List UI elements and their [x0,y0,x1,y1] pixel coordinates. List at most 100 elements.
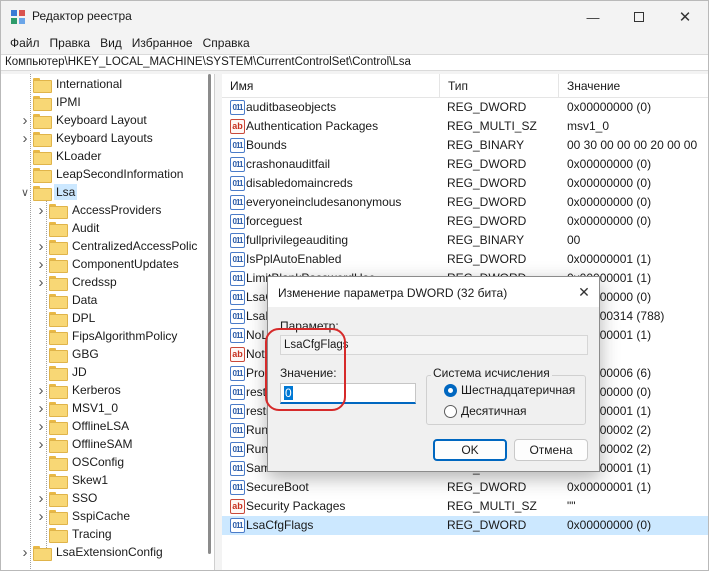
tree-item[interactable]: Audit [1,219,214,237]
close-button[interactable]: ✕ [662,1,708,33]
chevron-right-icon[interactable]: › [19,130,31,147]
tree-item[interactable]: › MSV1_0 [1,399,214,417]
tree-item[interactable]: ∨ Lsa [1,183,214,201]
tree-item[interactable]: › Credssp [1,273,214,291]
chevron-right-icon[interactable]: › [35,238,47,255]
list-row[interactable]: 011 crashonauditfail REG_DWORD 0x00000000 (… [222,155,708,174]
folder-icon [49,257,68,273]
tree-item[interactable]: › SSO [1,489,214,507]
list-header: Имя Тип Значение [222,74,708,98]
hex-radio[interactable] [444,383,457,397]
tree-item-label: Audit [72,221,100,235]
tree-scrollbar-thumb[interactable] [208,74,211,554]
chevron-right-icon[interactable]: › [35,256,47,273]
tree-item[interactable]: IPMI [1,93,214,111]
string-value-icon: ab [230,347,245,362]
chevron-right-icon[interactable]: › [35,382,47,399]
chevron-right-icon[interactable]: › [19,112,31,129]
tree-item[interactable]: OSConfig [1,453,214,471]
list-row[interactable]: 011 fullprivilegeauditing REG_BINARY 00 [222,231,708,250]
tree-item[interactable]: › Kerberos [1,381,214,399]
value-name: Bounds [246,138,287,152]
minimize-button[interactable]: — [570,1,616,33]
tree-item-label: Keyboard Layouts [56,131,153,145]
chevron-right-icon[interactable]: › [35,400,47,417]
list-row[interactable]: 011 Bounds REG_BINARY 00 30 00 00 00 20 00 … [222,136,708,155]
list-row[interactable]: 011 everyoneincludesanonymous REG_DWORD 0x0… [222,193,708,212]
folder-icon [49,455,68,471]
folder-icon [49,509,68,525]
tree-item[interactable]: FipsAlgorithmPolicy [1,327,214,345]
menu-help[interactable]: Справка [198,34,255,52]
tree-item[interactable]: › CentralizedAccessPolic [1,237,214,255]
chevron-right-icon[interactable]: › [35,508,47,525]
tree-item[interactable]: International [1,75,214,93]
chevron-right-icon[interactable]: › [35,436,47,453]
binary-value-icon: 011 [230,328,245,343]
tree-item-label: Credssp [72,275,117,289]
dec-radio-label: Десятичная [461,404,527,418]
list-row[interactable]: 011 SecureBoot REG_DWORD 0x00000001 (1) [222,478,708,497]
dec-radio-option[interactable]: Десятичная [444,404,527,418]
chevron-right-icon[interactable]: › [19,544,31,561]
tree-item[interactable]: › ComponentUpdates [1,255,214,273]
menu-file[interactable]: Файл [5,34,45,52]
tree-item[interactable]: › AccessProviders [1,201,214,219]
tree-item[interactable]: Tracing [1,525,214,543]
tree-item-label: SspiCache [72,509,131,523]
tree-item[interactable]: KLoader [1,147,214,165]
menu-edit[interactable]: Правка [45,34,96,52]
chevron-right-icon[interactable]: › [35,202,47,219]
menu-favorites[interactable]: Избранное [127,34,198,52]
folder-icon [49,527,68,543]
tree-item[interactable]: DPL [1,309,214,327]
value-type: REG_DWORD [447,100,527,114]
tree-item[interactable]: › OfflineSAM [1,435,214,453]
value-name: crashonauditfail [246,157,331,171]
ok-button[interactable]: OK [433,439,507,461]
list-row[interactable]: 011 LsaCfgFlags REG_DWORD 0x00000000 (0) [222,516,708,535]
tree-item[interactable]: JD [1,363,214,381]
value-data: "" [567,499,576,513]
value-name: fullprivilegeauditing [246,233,349,247]
tree-item[interactable]: › Keyboard Layouts [1,129,214,147]
registry-editor-window: Редактор реестра — ✕ Файл Правка Вид Изб… [0,0,709,571]
tree-item-label: AccessProviders [72,203,162,217]
cancel-button[interactable]: Отмена [514,439,588,461]
tree-item[interactable]: › OfflineLSA [1,417,214,435]
menu-view[interactable]: Вид [95,34,127,52]
tree-item[interactable]: › SspiCache [1,507,214,525]
tree-scrollbar[interactable] [205,74,215,570]
column-name-header[interactable]: Имя [222,74,440,98]
tree-item[interactable]: Data [1,291,214,309]
tree-item[interactable]: › Keyboard Layout [1,111,214,129]
tree-item[interactable]: Skew1 [1,471,214,489]
list-row[interactable]: ab Authentication Packages REG_MULTI_SZ msv… [222,117,708,136]
tree-item[interactable]: › LsaExtensionConfig [1,543,214,561]
list-row[interactable]: 011 disabledomaincreds REG_DWORD 0x00000000… [222,174,708,193]
column-type-header[interactable]: Тип [440,74,559,98]
list-row[interactable]: ab Security Packages REG_MULTI_SZ "" [222,497,708,516]
value-type: REG_DWORD [447,518,527,532]
list-row[interactable]: 011 IsPplAutoEnabled REG_DWORD 0x00000001 (… [222,250,708,269]
tree-item[interactable]: GBG [1,345,214,363]
tree-item-label: ComponentUpdates [72,257,179,271]
chevron-down-icon[interactable]: ∨ [19,186,31,199]
tree-item[interactable]: LeapSecondInformation [1,165,214,183]
maximize-button[interactable] [616,1,662,33]
chevron-right-icon[interactable]: › [35,418,47,435]
dec-radio[interactable] [444,404,457,418]
address-bar[interactable]: Компьютер\HKEY_LOCAL_MACHINE\SYSTEM\Curr… [1,54,708,71]
hex-radio-option[interactable]: Шестнадцатеричная [444,383,575,397]
tree-item-label: IPMI [56,95,81,109]
list-row[interactable]: 011 auditbaseobjects REG_DWORD 0x00000000 (… [222,98,708,117]
folder-icon [49,383,68,399]
chevron-right-icon[interactable]: › [35,490,47,507]
chevron-right-icon[interactable]: › [35,274,47,291]
list-row[interactable]: 011 forceguest REG_DWORD 0x00000000 (0) [222,212,708,231]
dialog-close-button[interactable]: ✕ [569,277,599,307]
window-title: Редактор реестра [32,9,132,23]
column-value-header[interactable]: Значение [559,74,708,98]
binary-value-icon: 011 [230,271,245,286]
folder-icon [49,401,68,417]
